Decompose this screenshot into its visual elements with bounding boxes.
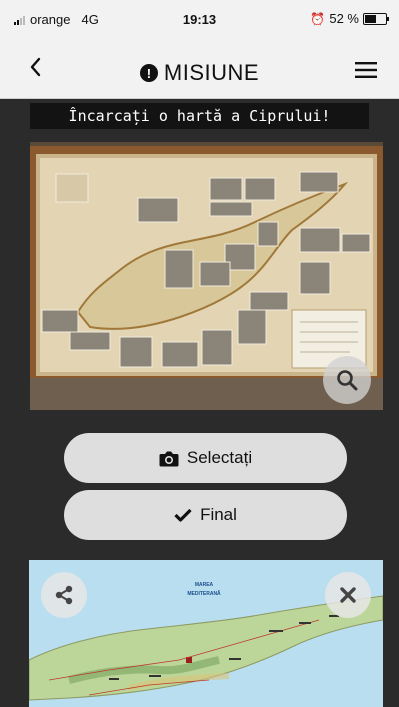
nav-bar: ! MISIUNE [0, 40, 399, 99]
menu-button[interactable] [355, 62, 377, 83]
reference-map: MAREA MEDITERANĂ [29, 560, 383, 707]
page-title-text: MISIUNE [163, 60, 260, 85]
hamburger-menu-icon [355, 62, 377, 78]
close-icon [340, 587, 356, 603]
finish-button[interactable]: Final [64, 490, 347, 540]
alarm-icon: ⏰ [310, 11, 326, 26]
finish-button-label: Final [200, 505, 237, 524]
select-photo-button[interactable]: Selectați [64, 433, 347, 483]
share-icon [55, 585, 73, 605]
select-button-label: Selectați [186, 448, 253, 467]
share-button[interactable] [41, 572, 87, 618]
exclamation-circle-icon: ! [139, 64, 158, 82]
sea-label-line-2: MEDITERANĂ [187, 591, 221, 597]
close-map-button[interactable] [325, 572, 371, 618]
status-bar: orange 4G 19:13 ⏰ 52 % [0, 0, 399, 40]
sea-label: MAREA MEDITERANĂ [174, 582, 234, 597]
sea-label-line-1: MAREA [194, 582, 214, 588]
search-icon [337, 370, 358, 391]
camera-icon [159, 451, 179, 466]
battery-status: ⏰ 52 % [310, 11, 389, 26]
instruction-banner: Încarcați o hartă a Ciprului! [30, 103, 369, 129]
page-title: ! MISIUNE [0, 60, 399, 86]
battery-icon [363, 12, 389, 25]
zoom-button[interactable] [323, 356, 371, 404]
check-icon [174, 508, 192, 522]
battery-percent: 52 % [329, 11, 359, 26]
